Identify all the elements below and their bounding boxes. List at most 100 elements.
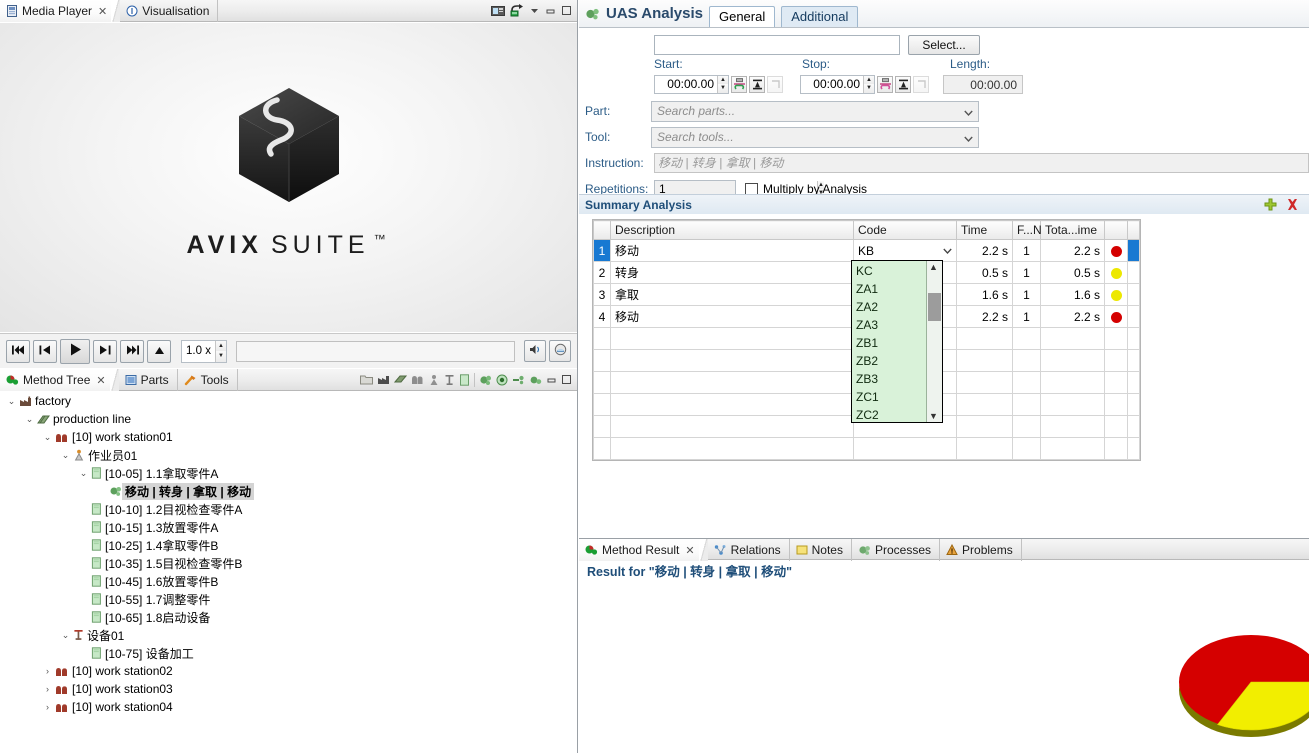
cell-description[interactable] xyxy=(611,350,854,372)
column-header[interactable] xyxy=(594,221,611,240)
set-start-icon[interactable] xyxy=(731,76,747,93)
tree-node[interactable]: [10-25] 1.4拿取零件B xyxy=(0,536,577,554)
cell-time[interactable] xyxy=(957,416,1013,438)
tree-node[interactable]: [10-65] 1.8启动设备 xyxy=(0,608,577,626)
tab-method-tree[interactable]: Method Tree ✕ xyxy=(0,369,119,391)
factory-icon[interactable] xyxy=(377,374,390,385)
row-number[interactable]: 4 xyxy=(594,306,611,328)
tab-notes[interactable]: Notes xyxy=(790,539,852,561)
record-icon[interactable] xyxy=(496,374,508,386)
add-row-icon[interactable] xyxy=(1264,198,1277,211)
close-icon[interactable]: ✕ xyxy=(98,5,107,18)
tab-problems[interactable]: Problems xyxy=(940,539,1022,561)
jump-start-button[interactable] xyxy=(6,340,30,363)
goto-stop-icon[interactable] xyxy=(895,76,911,93)
cell-time[interactable] xyxy=(957,394,1013,416)
cell-frequency[interactable] xyxy=(1013,416,1041,438)
cell-frequency[interactable]: 1 xyxy=(1013,284,1041,306)
tree-node[interactable]: ⌄[10] work station01 xyxy=(0,428,577,446)
cell-description[interactable] xyxy=(611,460,854,462)
cell-description[interactable]: 移动 xyxy=(611,240,854,262)
start-down-arrow[interactable]: ▼ xyxy=(718,84,728,93)
cell-description[interactable] xyxy=(611,394,854,416)
tree-node[interactable]: 移动 | 转身 | 拿取 | 移动 xyxy=(0,482,577,500)
chevron-down-icon[interactable] xyxy=(964,106,973,120)
column-header[interactable]: F...N xyxy=(1013,221,1041,240)
start-time-input[interactable] xyxy=(655,76,717,93)
part-combo[interactable]: Search parts... xyxy=(651,101,979,122)
cell-time[interactable] xyxy=(957,328,1013,350)
jump-end-button[interactable] xyxy=(120,340,144,363)
start-up-arrow[interactable]: ▲ xyxy=(718,76,728,85)
speed-up-arrow[interactable]: ▲ xyxy=(216,341,226,352)
table-row[interactable]: 1移动KB2.2 s12.2 s xyxy=(594,240,1140,262)
cell-time[interactable] xyxy=(957,460,1013,462)
balance-icon[interactable] xyxy=(512,374,525,386)
row-number[interactable] xyxy=(594,372,611,394)
maximize-icon[interactable] xyxy=(561,5,572,16)
stop-time-stepper[interactable]: ▲▼ xyxy=(800,75,875,94)
cell-frequency[interactable] xyxy=(1013,394,1041,416)
cell-code[interactable] xyxy=(854,438,957,460)
chevron-down-icon[interactable] xyxy=(964,132,973,146)
cell-time[interactable] xyxy=(957,372,1013,394)
tree-node[interactable]: ›[10] work station02 xyxy=(0,662,577,680)
scrollbar-thumb[interactable] xyxy=(928,293,941,321)
screenshot-icon[interactable] xyxy=(491,5,505,17)
tab-media-player[interactable]: Media Player ✕ xyxy=(0,0,120,22)
minimize-icon[interactable] xyxy=(545,5,556,16)
seek-slider[interactable] xyxy=(236,341,515,362)
cell-time[interactable]: 2.2 s xyxy=(957,306,1013,328)
row-number[interactable]: 3 xyxy=(594,284,611,306)
previous-frame-button[interactable] xyxy=(33,340,57,363)
scroll-down-icon[interactable]: ▼ xyxy=(929,411,938,421)
cell-description[interactable] xyxy=(611,438,854,460)
set-stop-icon[interactable] xyxy=(877,76,893,93)
chevron-down-icon[interactable]: ⌄ xyxy=(6,396,17,407)
row-number[interactable] xyxy=(594,328,611,350)
station-icon[interactable] xyxy=(411,374,424,385)
chevron-down-icon[interactable]: ⌄ xyxy=(60,630,71,641)
operation-icon[interactable] xyxy=(459,374,470,386)
tree-node[interactable]: ⌄production line xyxy=(0,410,577,428)
tree-node[interactable]: ›[10] work station03 xyxy=(0,680,577,698)
tree-node[interactable]: [10-35] 1.5目视检查零件B xyxy=(0,554,577,572)
row-number[interactable] xyxy=(594,438,611,460)
method-tree-body[interactable]: ⌄factory⌄production line⌄[10] work stati… xyxy=(0,391,577,753)
cell-time[interactable] xyxy=(957,438,1013,460)
tree-node[interactable]: [10-10] 1.2目视检查零件A xyxy=(0,500,577,518)
cell-frequency[interactable] xyxy=(1013,460,1041,462)
close-icon[interactable]: ✕ xyxy=(96,374,105,387)
chevron-right-icon[interactable]: › xyxy=(42,702,53,712)
cell-description[interactable] xyxy=(611,328,854,350)
cell-frequency[interactable]: 1 xyxy=(1013,262,1041,284)
export-icon[interactable] xyxy=(510,4,524,17)
new-folder-icon[interactable] xyxy=(360,374,373,385)
tab-additional[interactable]: Additional xyxy=(781,6,858,27)
fullscreen-button[interactable] xyxy=(549,340,571,362)
clear-start-icon[interactable] xyxy=(767,76,783,93)
delete-row-icon[interactable] xyxy=(1286,198,1299,211)
tree-node[interactable]: [10-75] 设备加工 xyxy=(0,644,577,662)
row-number[interactable] xyxy=(594,394,611,416)
machine-icon[interactable] xyxy=(444,374,455,386)
chevron-down-icon[interactable]: ⌄ xyxy=(24,414,35,425)
chevron-down-icon[interactable]: ⌄ xyxy=(42,432,53,443)
maximize-icon[interactable] xyxy=(561,374,572,385)
analysis-icon[interactable] xyxy=(479,374,492,386)
row-number[interactable] xyxy=(594,460,611,462)
column-header[interactable]: Tota...ime xyxy=(1041,221,1105,240)
tab-processes[interactable]: Processes xyxy=(852,539,940,561)
next-frame-button[interactable] xyxy=(93,340,117,363)
step-up-button[interactable] xyxy=(147,340,171,363)
cell-time[interactable]: 0.5 s xyxy=(957,262,1013,284)
dropdown-scrollbar[interactable]: ▲ ▼ xyxy=(926,261,942,422)
cell-frequency[interactable] xyxy=(1013,438,1041,460)
media-player-canvas[interactable]: AVIXSUITE™ xyxy=(0,23,577,332)
tree-node[interactable]: ⌄设备01 xyxy=(0,626,577,644)
tab-general[interactable]: General xyxy=(709,6,775,27)
column-header[interactable] xyxy=(1105,221,1128,240)
cell-code[interactable]: KB xyxy=(854,240,957,262)
cell-time[interactable] xyxy=(957,350,1013,372)
tab-relations[interactable]: Relations xyxy=(708,539,790,561)
